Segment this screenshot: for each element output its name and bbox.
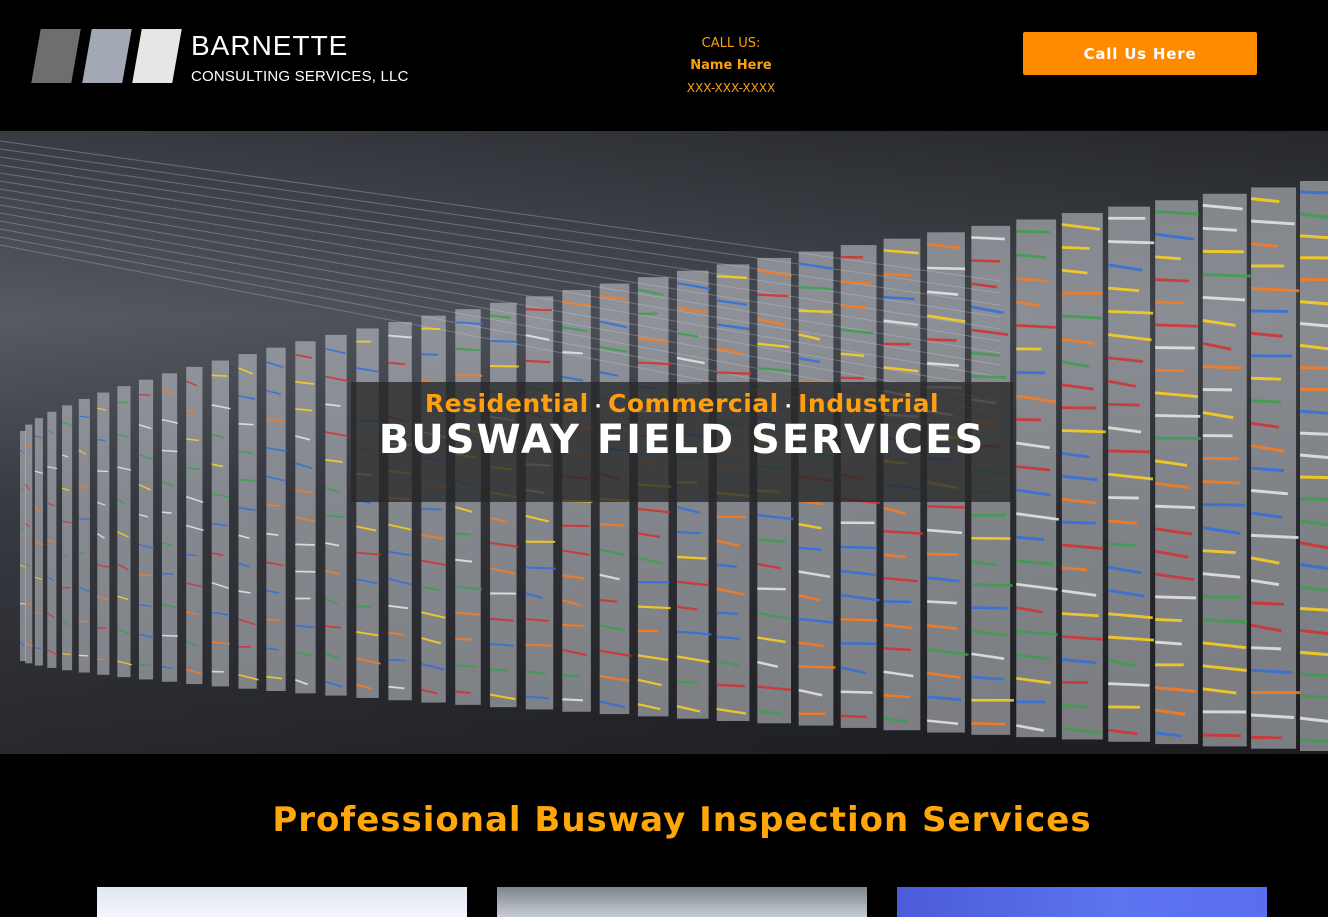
service-card-image-2[interactable] <box>497 887 867 917</box>
hero-overlay: Residential · Commercial · Industrial BUSWAY… <box>351 382 1013 502</box>
section-title: Professional Busway Inspection Services <box>272 800 1092 840</box>
hero-separator: · <box>784 396 793 417</box>
contact-name: Name Here <box>690 58 772 73</box>
logo-name-line1: BARNETTE <box>191 30 349 61</box>
hero-headline: BUSWAY FIELD SERVICES <box>378 417 986 463</box>
hero-banner: Residential · Commercial · Industrial BUSWAY… <box>0 131 1328 754</box>
logo-stripe-light <box>132 29 182 83</box>
call-us-button[interactable]: Call Us Here <box>1023 32 1257 75</box>
hero-separator: · <box>594 396 603 417</box>
hero-sub-industrial: Industrial <box>798 389 940 418</box>
contact-phone[interactable]: XXX-XXX-XXXX <box>640 79 822 97</box>
call-us-label: CALL US: <box>701 36 761 51</box>
hero-sub-residential: Residential <box>424 389 589 418</box>
contact-block: CALL US: Name Here XXX-XXX-XXXX <box>640 35 822 97</box>
hero-subtitle: Residential · Commercial · Industrial <box>351 389 1013 418</box>
logo-stripe-dark <box>31 29 81 83</box>
hero-sub-commercial: Commercial <box>608 389 779 418</box>
site-header: BARNETTE CONSULTING SERVICES, LLC CALL U… <box>0 0 1328 131</box>
company-logo[interactable]: BARNETTE CONSULTING SERVICES, LLC <box>31 29 408 89</box>
logo-name-line2: CONSULTING SERVICES, LLC <box>191 68 409 85</box>
service-card-image-1[interactable] <box>97 887 467 917</box>
logo-stripe-mid <box>82 29 132 83</box>
service-card-image-3[interactable] <box>897 887 1267 917</box>
